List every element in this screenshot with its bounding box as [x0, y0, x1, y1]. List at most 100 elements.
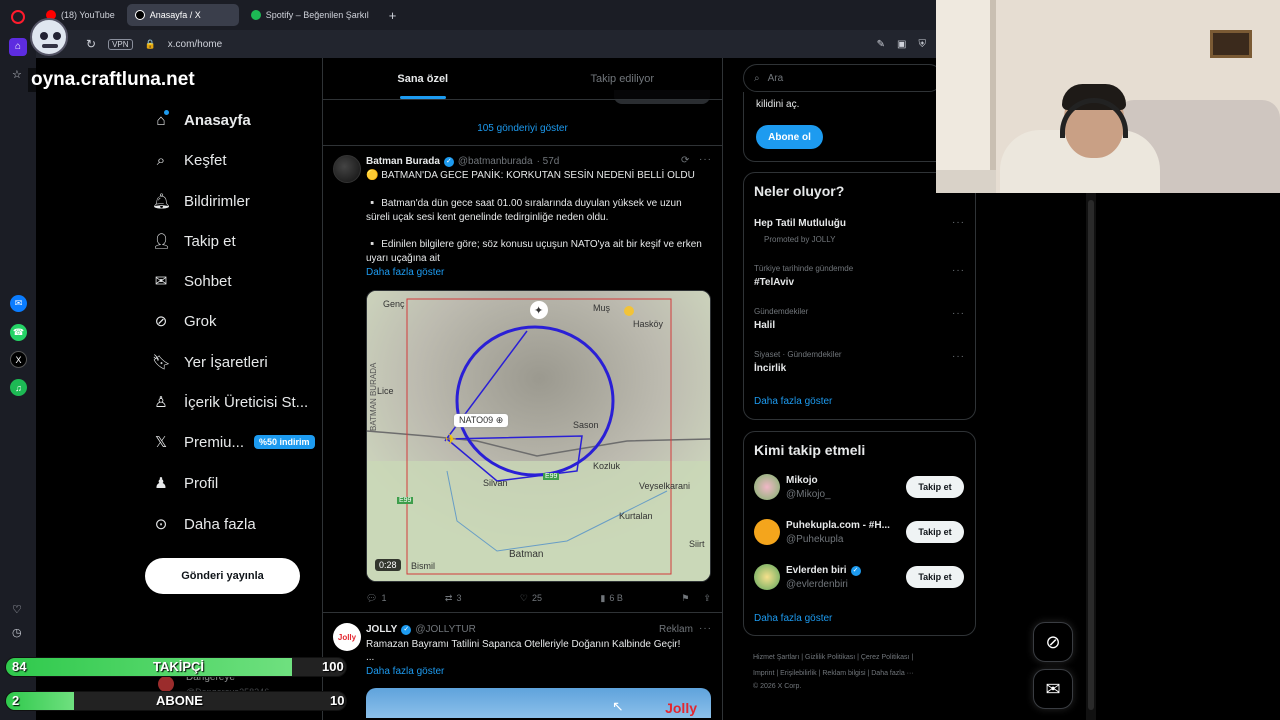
follow-button[interactable]: Takip et — [906, 521, 964, 543]
tweet-time[interactable]: · 57d — [537, 156, 560, 167]
nav-grok[interactable]: ⊘ Grok — [152, 305, 217, 337]
nav-explore[interactable]: ⌕ Keşfet — [152, 144, 227, 176]
subscribers-current: 2 — [12, 693, 20, 708]
who-name[interactable]: Puhekupla.com - #H... — [786, 520, 898, 531]
tweet-show-more[interactable]: Daha fazla göster — [366, 267, 444, 278]
share-icon[interactable]: ⇪ — [703, 593, 711, 604]
search-field-icon: ⌕ — [754, 72, 760, 84]
plus-icon: ⊕ — [495, 415, 504, 425]
reply-button[interactable]: 💬︎ 1 — [366, 590, 386, 606]
scrollbar-thumb[interactable] — [1088, 200, 1094, 710]
reload-icon[interactable]: ↻ — [86, 37, 96, 51]
trend-name[interactable]: İncirlik — [754, 363, 786, 374]
ad-author[interactable]: JOLLY — [366, 624, 397, 635]
repost-button[interactable]: ⇄ 3 — [445, 590, 462, 606]
whatsapp-icon[interactable]: ☎ — [10, 324, 27, 341]
who-name[interactable]: Evlerden biri — [786, 565, 847, 576]
who-avatar[interactable] — [754, 519, 780, 545]
follow-button[interactable]: Takip et — [906, 476, 964, 498]
bookmark-tweet-button[interactable]: ⚑ ⇪ — [681, 590, 711, 606]
who-show-more[interactable]: Daha fazla göster — [754, 613, 832, 624]
history-icon[interactable]: ◷ — [12, 626, 22, 639]
vpn-badge[interactable]: VPN — [108, 38, 133, 50]
nav-notifications[interactable]: 🔔︎ Bildirimler — [152, 185, 250, 217]
nav-creator-studio[interactable]: ♙ İçerik Üreticisi St... — [152, 386, 308, 418]
trend-more-icon[interactable]: ··· — [952, 265, 965, 276]
who-handle: @Mikojo_ — [786, 489, 831, 500]
grok-float-button[interactable]: ⊘ — [1033, 622, 1073, 662]
subscribe-button[interactable]: Abone ol — [756, 125, 823, 149]
trends-show-more[interactable]: Daha fazla göster — [754, 396, 832, 407]
nav-profile[interactable]: ♟ Profil — [152, 467, 218, 499]
spotify-tab-icon — [250, 10, 261, 20]
tab-for-you[interactable]: Sana özel — [323, 58, 523, 99]
spotify-icon[interactable]: ♫ — [10, 379, 27, 396]
opera-logo-icon[interactable] — [11, 10, 25, 24]
tab-following[interactable]: Takip ediliyor — [523, 58, 723, 99]
post-button[interactable]: Gönderi yayınla — [145, 558, 300, 594]
heart-sidebar-icon[interactable]: ♡ — [12, 603, 22, 616]
who-verified-icon: ✓ — [850, 565, 861, 576]
grok-tweet-icon[interactable]: ⟳ — [681, 155, 689, 166]
nav-more[interactable]: ⊙ Daha fazla — [152, 508, 256, 540]
tweet-handle[interactable]: @batmanburada — [458, 156, 533, 167]
tweet-avatar[interactable] — [333, 155, 361, 183]
nav-chat[interactable]: ✉ Sohbet — [152, 265, 232, 297]
trend-more-icon[interactable]: ··· — [952, 217, 965, 228]
nav-bookmarks[interactable]: 🔖︎ Yer İşaretleri — [152, 346, 268, 378]
who-name[interactable]: Mikojo — [786, 475, 818, 486]
who-avatar[interactable] — [754, 564, 780, 590]
nav-home[interactable]: ⌂ Anasayfa — [152, 104, 250, 136]
tab-x-home[interactable]: Anasayfa / X — [126, 4, 239, 26]
tweet-paragraph-1: ▫️ Batman'da dün gece saat 01.00 sıralar… — [366, 198, 682, 223]
like-button[interactable]: ♡ 25 — [520, 590, 542, 606]
who-avatar[interactable] — [754, 474, 780, 500]
snapshot-icon[interactable]: ▣ — [897, 39, 906, 50]
search-icon: ⌕ — [156, 151, 166, 169]
search-input[interactable]: ⌕ Ara — [743, 64, 943, 92]
star-icon[interactable]: ☆ — [12, 68, 22, 81]
ad-ellipsis: ... — [366, 652, 375, 663]
ad-show-more[interactable]: Daha fazla göster — [366, 666, 444, 677]
tweet-video[interactable]: ✦ ✈ Genç Muş Hasköy Lice BATMAN BURADA N… — [366, 290, 711, 582]
trend-name[interactable]: #TelAviv — [754, 277, 794, 288]
footer-line[interactable]: Imprint | Erişilebilirlik | Reklam bilgi… — [753, 666, 968, 682]
ad-text: Ramazan Bayramı Tatilini Sapanca Oteller… — [366, 639, 681, 650]
trend-more-icon[interactable]: ··· — [952, 308, 965, 319]
x-tab-icon — [134, 10, 145, 20]
home-sidebar-icon[interactable]: ⌂ — [9, 38, 27, 56]
who-name-row: Evlerden biri ✓ — [786, 565, 861, 576]
mail-icon: ✉ — [154, 273, 168, 290]
tweet-author[interactable]: Batman Burada — [366, 156, 440, 167]
trend-name[interactable]: Halil — [754, 320, 775, 331]
trend-more-icon[interactable]: ··· — [952, 351, 965, 362]
footer-line[interactable]: Hizmet Şartları | Gizlilik Politikası | … — [753, 650, 968, 666]
new-tab-button[interactable]: + — [381, 4, 405, 26]
ad-handle[interactable]: @JOLLYTUR — [415, 624, 476, 635]
subscribers-goal: 10 — [330, 693, 345, 708]
ad-more-icon[interactable]: ··· — [699, 623, 712, 634]
nav-premium[interactable]: 𝕏 Premiu... %50 indirim — [152, 426, 315, 458]
map-label-mus: Muş — [593, 303, 611, 313]
grok-icon: ⊘ — [154, 313, 168, 330]
messenger-icon[interactable]: ✉ — [10, 295, 27, 312]
tweet-paragraph-2: ▫️ Edinilen bilgilere göre; söz konusu u… — [366, 239, 702, 264]
nav-follow[interactable]: 👤︎ Takip et — [152, 225, 236, 257]
jolly-avatar[interactable]: Jolly — [333, 623, 361, 651]
trend-promoted-name[interactable]: Hep Tatil Mutluluğu — [754, 218, 846, 229]
show-new-posts[interactable]: 105 gönderiyi göster — [323, 112, 722, 146]
shield-icon[interactable]: ⛨ — [919, 39, 927, 50]
views-button[interactable]: ▮ 6 B — [600, 590, 622, 606]
messages-float-button[interactable]: ✉ — [1033, 669, 1073, 709]
trends-title: Neler oluyor? — [754, 183, 845, 199]
flight-map: ✦ ✈ — [367, 291, 710, 581]
x-app-icon[interactable]: X — [10, 351, 27, 368]
ad-media[interactable]: Jolly — [366, 688, 711, 718]
streamer-link: oyna.craftluna.net — [28, 68, 198, 92]
tweet-more-icon[interactable]: ··· — [699, 154, 712, 165]
url-field[interactable]: x.com/home — [168, 39, 222, 50]
svg-text:✈: ✈ — [445, 432, 457, 448]
edit-icon[interactable]: ✎ — [877, 39, 885, 50]
follow-button[interactable]: Takip et — [906, 566, 964, 588]
tab-spotify[interactable]: Spotify – Beğenilen Şarkıl — [243, 4, 377, 26]
